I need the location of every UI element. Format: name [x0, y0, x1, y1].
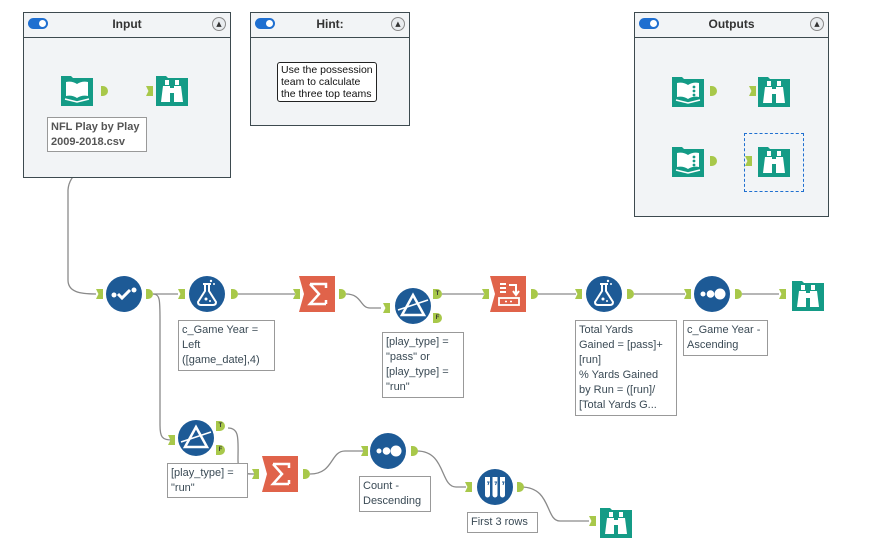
browse-tool-bottom[interactable]	[598, 504, 634, 540]
collapse-up-icon[interactable]: ▲	[212, 17, 226, 31]
true-anchor[interactable]: T	[433, 289, 442, 299]
filter-tool-2[interactable]	[178, 420, 214, 456]
annotation-formula-1: c_Game Year = Left ([game_date],4)	[178, 320, 275, 371]
binoculars-browse-icon	[756, 143, 792, 179]
container-hint[interactable]: Hint: ▲ Use the possession team to calcu…	[250, 12, 410, 126]
input-anchor[interactable]	[178, 289, 185, 299]
output-anchor[interactable]	[339, 289, 346, 299]
select-check-icon	[106, 276, 142, 312]
container-header: Outputs ▲	[635, 13, 828, 38]
macro-output-tool-2[interactable]	[670, 143, 706, 179]
summarize-tool-1[interactable]	[299, 276, 335, 312]
sort-tool-2[interactable]	[370, 433, 406, 469]
crosstab-tool[interactable]	[490, 276, 526, 312]
input-anchor[interactable]	[779, 289, 786, 299]
connection-summarize-to-filter	[345, 293, 381, 309]
collapse-up-icon[interactable]: ▲	[810, 17, 824, 31]
binoculars-browse-icon	[154, 72, 190, 108]
macro-output-icon	[670, 143, 706, 179]
sample-tubes-icon	[477, 469, 513, 505]
annotation-sample: First 3 rows	[467, 512, 538, 533]
connection-select-to-filter2	[152, 293, 173, 441]
input-anchor[interactable]	[589, 516, 596, 526]
false-anchor[interactable]: F	[216, 445, 225, 455]
container-title: Hint:	[316, 17, 344, 31]
output-anchor[interactable]	[627, 289, 634, 299]
container-title: Input	[112, 17, 142, 31]
sample-tool[interactable]	[477, 469, 513, 505]
binoculars-browse-icon	[598, 504, 634, 540]
output-anchor[interactable]	[411, 446, 418, 456]
macro-output-icon	[670, 73, 706, 109]
annotation-formula-2: Total Yards Gained = [pass]+ [run] % Yar…	[575, 320, 677, 416]
input-anchor[interactable]	[684, 289, 691, 299]
container-input[interactable]: Input ▲	[23, 12, 231, 178]
container-header: Input ▲	[24, 13, 230, 38]
browse-tool-output-1[interactable]	[756, 73, 792, 109]
book-input-icon	[59, 72, 95, 108]
container-header: Hint: ▲	[251, 13, 409, 38]
container-title: Outputs	[708, 17, 755, 31]
formula-flask-icon	[189, 276, 225, 312]
input-data-tool[interactable]	[59, 72, 95, 108]
sort-dots-icon	[370, 433, 406, 469]
sort-tool-1[interactable]	[694, 276, 730, 312]
sort-dots-icon	[694, 276, 730, 312]
input-anchor[interactable]	[575, 289, 582, 299]
output-anchor[interactable]	[735, 289, 742, 299]
true-anchor[interactable]: T	[216, 421, 225, 431]
annotation-sort-1: c_Game Year - Ascending	[683, 320, 768, 356]
formula-tool-1[interactable]	[189, 276, 225, 312]
formula-tool-2[interactable]	[586, 276, 622, 312]
input-anchor[interactable]	[96, 289, 103, 299]
collapse-up-icon[interactable]: ▲	[391, 17, 405, 31]
filter-prism-icon	[395, 288, 431, 324]
select-tool[interactable]	[106, 276, 142, 312]
annotation-filter-1: [play_type] = "pass" or [play_type] = "r…	[382, 332, 464, 398]
summarize-sigma-icon	[299, 276, 335, 312]
output-anchor[interactable]	[303, 469, 310, 479]
macro-output-tool-1[interactable]	[670, 73, 706, 109]
input-anchor[interactable]	[361, 446, 368, 456]
browse-tool-output-2[interactable]	[756, 143, 792, 179]
summarize-sigma-icon	[262, 456, 298, 492]
input-anchor[interactable]	[252, 469, 259, 479]
filter-prism-icon	[178, 420, 214, 456]
annotation-filter-2: [play_type] = "run"	[167, 463, 248, 498]
annotation-sort-2: Count - Descending	[359, 476, 431, 512]
input-anchor[interactable]	[482, 289, 489, 299]
binoculars-browse-icon	[790, 277, 826, 313]
formula-flask-icon	[586, 276, 622, 312]
browse-tool-main[interactable]	[790, 277, 826, 313]
binoculars-browse-icon	[756, 73, 792, 109]
crosstab-icon	[490, 276, 526, 312]
summarize-tool-2[interactable]	[262, 456, 298, 492]
input-anchor[interactable]	[465, 482, 472, 492]
annotation-input-data: NFL Play by Play 2009-2018.csv	[47, 117, 147, 152]
input-anchor[interactable]	[383, 303, 390, 313]
output-anchor[interactable]	[231, 289, 238, 299]
filter-tool-1[interactable]	[395, 288, 431, 324]
connection-summarize2-to-sort2	[309, 450, 366, 475]
output-anchor[interactable]	[517, 482, 524, 492]
browse-tool-input[interactable]	[154, 72, 190, 108]
input-anchor[interactable]	[168, 435, 175, 445]
output-anchor[interactable]	[146, 289, 153, 299]
output-anchor[interactable]	[531, 289, 538, 299]
false-anchor[interactable]: F	[433, 313, 442, 323]
hint-comment[interactable]: Use the possession team to calculate the…	[277, 62, 377, 102]
